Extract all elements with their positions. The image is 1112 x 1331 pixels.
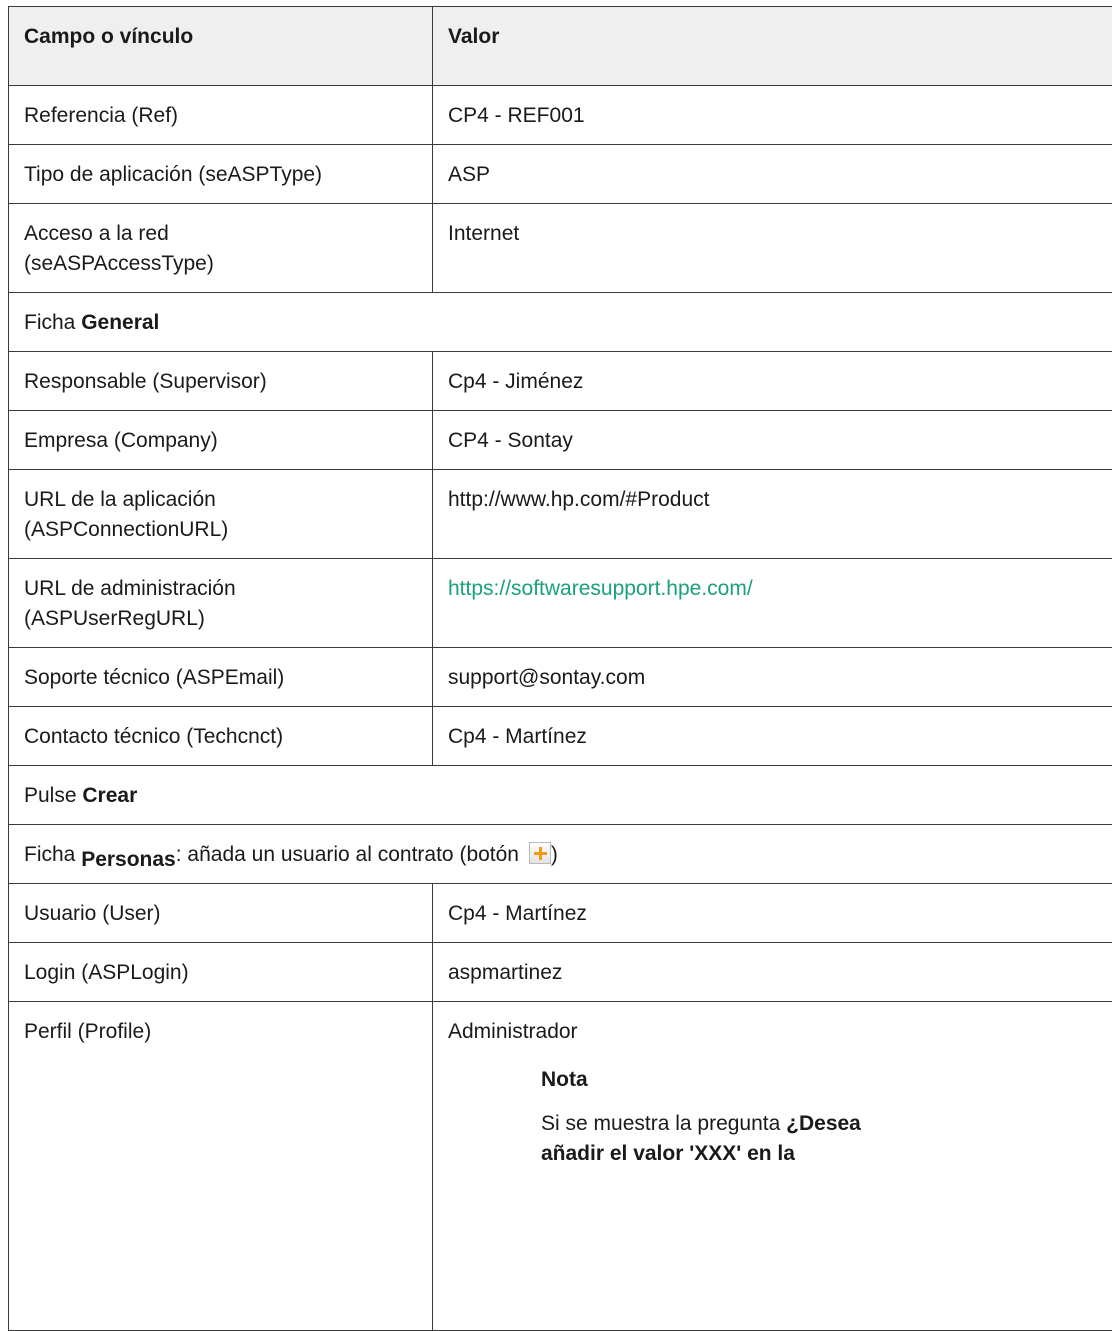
table-row: Login (ASPLogin) aspmartinez (9, 943, 1112, 1002)
column-header-value: Valor (433, 7, 1112, 86)
section-cell: Ficha General (9, 293, 1112, 352)
section-row-personas: Ficha Personas: añada un usuario al cont… (9, 825, 1112, 884)
section-row-general: Ficha General (9, 293, 1112, 352)
field-cell: URL de administración(ASPUserRegURL) (9, 559, 433, 648)
field-cell: Usuario (User) (9, 884, 433, 943)
value-text: Administrador (448, 1017, 1097, 1047)
field-cell: URL de la aplicación(ASPConnectionURL) (9, 470, 433, 559)
section-cell: Ficha Personas: añada un usuario al cont… (9, 825, 1112, 884)
value-cell: aspmartinez (433, 943, 1112, 1002)
table-row: Soporte técnico (ASPEmail) support@sonta… (9, 648, 1112, 707)
field-line: (seASPAccessType) (24, 252, 214, 275)
field-cell: Soporte técnico (ASPEmail) (9, 648, 433, 707)
table-row: URL de la aplicación(ASPConnectionURL) h… (9, 470, 1112, 559)
table-row: URL de administración(ASPUserRegURL) htt… (9, 559, 1112, 648)
section-title: General (81, 311, 159, 334)
note-text: Si se muestra la pregunta ¿Deseaañadir e… (541, 1109, 1097, 1169)
plus-icon[interactable] (529, 842, 551, 864)
section-row-crear: Pulse Crear (9, 766, 1112, 825)
field-cell: Perfil (Profile) (9, 1002, 433, 1331)
field-line: Acceso a la red (24, 222, 169, 245)
table-row: Responsable (Supervisor) Cp4 - Jiménez (9, 352, 1112, 411)
column-header-field: Campo o vínculo (9, 7, 433, 86)
fields-table: Campo o vínculo Valor Referencia (Ref) C… (8, 6, 1112, 1331)
section-title: Personas (81, 848, 176, 871)
table-row: Usuario (User) Cp4 - Martínez (9, 884, 1112, 943)
value-cell: Cp4 - Jiménez (433, 352, 1112, 411)
table-row: Tipo de aplicación (seASPType) ASP (9, 145, 1112, 204)
field-cell: Referencia (Ref) (9, 86, 433, 145)
value-cell: Internet (433, 204, 1112, 293)
field-cell: Responsable (Supervisor) (9, 352, 433, 411)
support-link[interactable]: https://softwaresupport.hpe.com/ (448, 577, 753, 600)
field-cell: Contacto técnico (Techcnct) (9, 707, 433, 766)
value-cell: Cp4 - Martínez (433, 884, 1112, 943)
table-row: Empresa (Company) CP4 - Sontay (9, 411, 1112, 470)
value-cell: Administrador Nota Si se muestra la preg… (433, 1002, 1112, 1331)
table-row: Referencia (Ref) CP4 - REF001 (9, 86, 1112, 145)
note-title: Nota (541, 1065, 1097, 1095)
value-cell: ASP (433, 145, 1112, 204)
note-block: Nota Si se muestra la pregunta ¿Deseaaña… (448, 1065, 1097, 1169)
value-cell: https://softwaresupport.hpe.com/ (433, 559, 1112, 648)
value-cell: Cp4 - Martínez (433, 707, 1112, 766)
value-cell: CP4 - REF001 (433, 86, 1112, 145)
field-cell: Login (ASPLogin) (9, 943, 433, 1002)
value-cell: support@sontay.com (433, 648, 1112, 707)
field-cell: Empresa (Company) (9, 411, 433, 470)
table-row: Perfil (Profile) Administrador Nota Si s… (9, 1002, 1112, 1331)
value-cell: CP4 - Sontay (433, 411, 1112, 470)
section-title: Crear (82, 784, 137, 807)
value-cell: http://www.hp.com/#Product (433, 470, 1112, 559)
field-cell: Acceso a la red (seASPAccessType) (9, 204, 433, 293)
table-header-row: Campo o vínculo Valor (9, 7, 1112, 86)
section-cell: Pulse Crear (9, 766, 1112, 825)
table-row: Contacto técnico (Techcnct) Cp4 - Martín… (9, 707, 1112, 766)
field-cell: Tipo de aplicación (seASPType) (9, 145, 433, 204)
table-row: Acceso a la red (seASPAccessType) Interne… (9, 204, 1112, 293)
